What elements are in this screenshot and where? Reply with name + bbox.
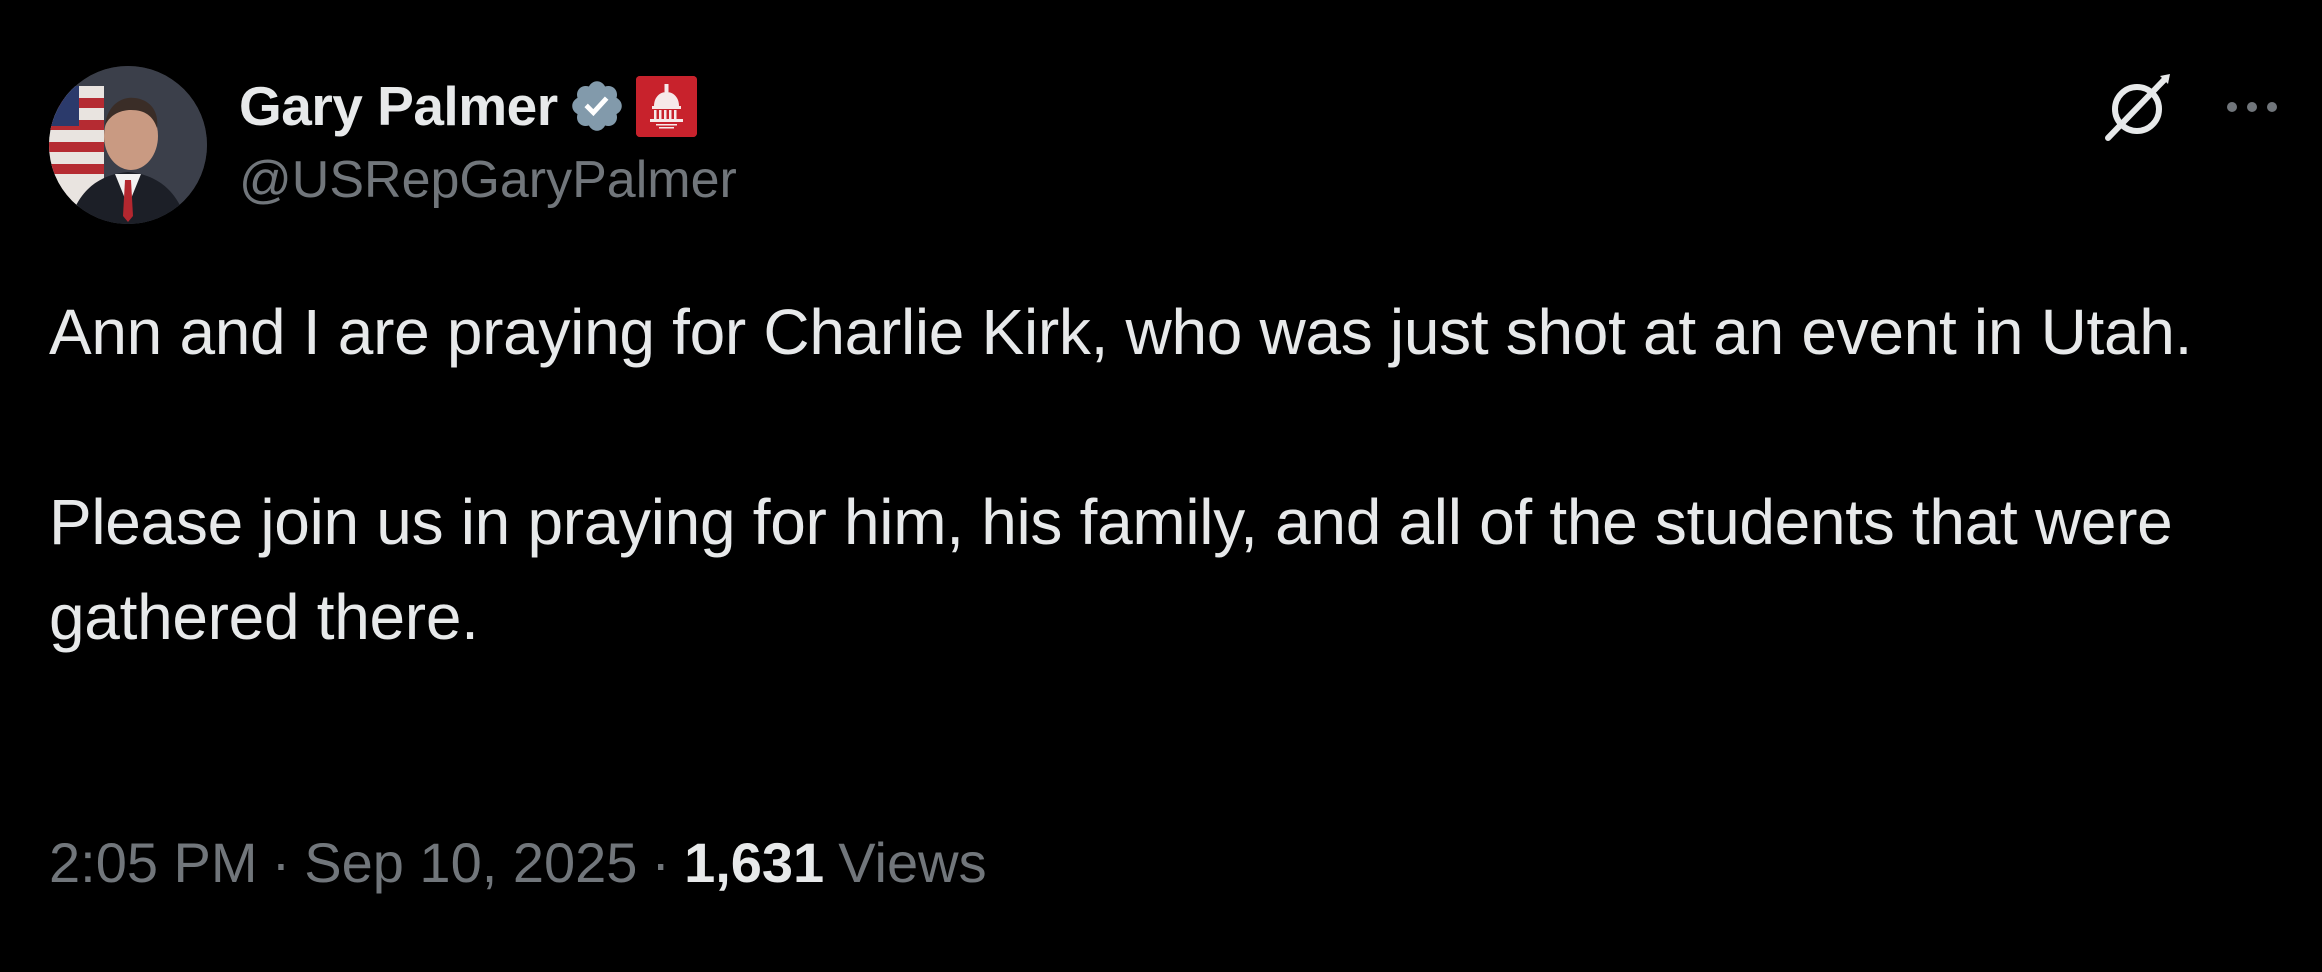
- views-label: Views: [838, 831, 987, 894]
- avatar[interactable]: [49, 66, 207, 224]
- tweet-time[interactable]: 2:05 PM: [49, 830, 258, 895]
- tweet-paragraph: Ann and I are praying for Charlie Kirk, …: [49, 296, 2193, 368]
- tweet-top-actions: [2100, 70, 2282, 144]
- author-handle[interactable]: @USRepGaryPalmer: [239, 150, 737, 210]
- meta-separator: ·: [271, 831, 291, 894]
- more-options-icon[interactable]: [2222, 77, 2282, 137]
- meta-separator: ·: [651, 831, 671, 894]
- author-display-name[interactable]: Gary Palmer: [239, 74, 558, 138]
- tweet-text: Ann and I are praying for Charlie Kirk, …: [49, 285, 2269, 665]
- tweet-paragraph: Please join us in praying for him, his f…: [49, 486, 2173, 653]
- views-count: 1,631: [684, 831, 825, 894]
- tweet-meta: 2:05 PM · Sep 10, 2025 · 1,631 Views: [49, 830, 987, 895]
- author-name-row: Gary Palmer: [239, 70, 697, 142]
- verified-badge-icon[interactable]: [568, 77, 626, 135]
- avatar-image: [49, 66, 207, 224]
- affiliation-badge-icon[interactable]: [635, 75, 697, 137]
- grok-icon[interactable]: [2100, 70, 2174, 144]
- tweet-date[interactable]: Sep 10, 2025: [304, 830, 637, 895]
- capitol-dome-icon: [635, 75, 697, 137]
- tweet-card: Gary Palmer @USRepGaryPalmer Ann and I a…: [0, 0, 2322, 972]
